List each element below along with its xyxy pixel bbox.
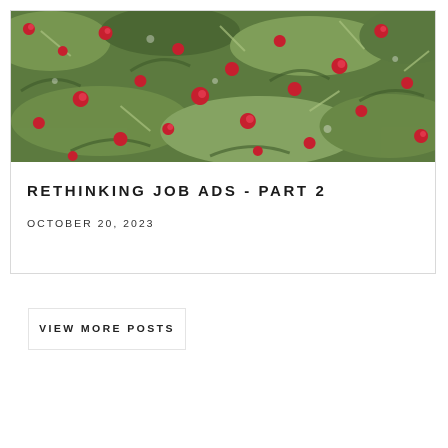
post-title[interactable]: RETHINKING JOB ADS - PART 2 (27, 180, 387, 204)
post-body: RETHINKING JOB ADS - PART 2 OCTOBER 20, … (11, 162, 435, 230)
post-date: OCTOBER 20, 2023 (27, 218, 155, 230)
flowers-image (11, 11, 435, 162)
view-more-posts-button[interactable]: VIEW MORE POSTS (28, 308, 186, 350)
post-featured-image[interactable] (11, 11, 435, 162)
post-card[interactable]: RETHINKING JOB ADS - PART 2 OCTOBER 20, … (10, 10, 436, 274)
